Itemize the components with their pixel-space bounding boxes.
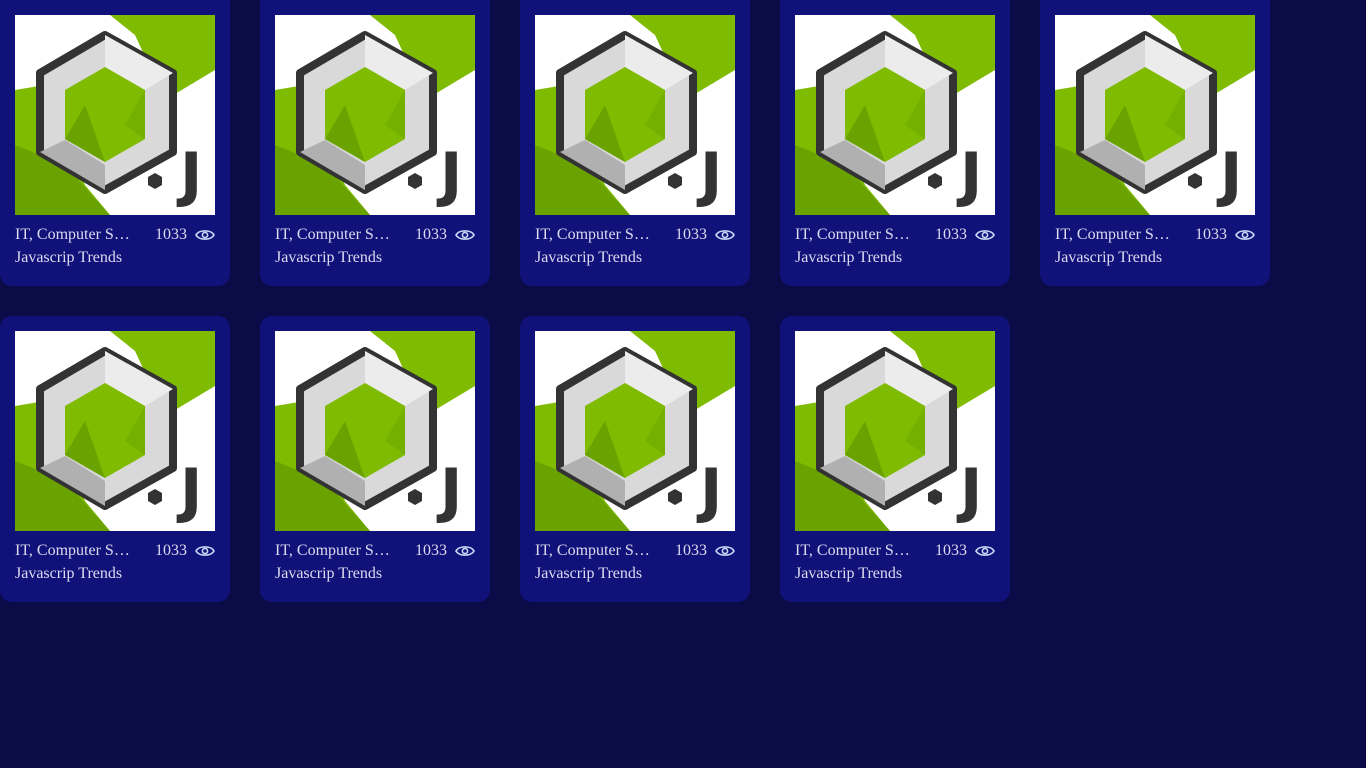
thumbnail-image[interactable]: J (275, 15, 475, 215)
eye-icon (975, 228, 995, 242)
eye-icon (715, 544, 735, 558)
javascript-logo-icon: J (275, 15, 475, 215)
javascript-logo-icon: J (795, 331, 995, 531)
course-card[interactable]: J IT, Computer Science 1033 Javascrip Tr… (780, 0, 1010, 286)
course-card[interactable]: J IT, Computer Science 1033 Javascrip Tr… (0, 0, 230, 286)
logo-letters: J (176, 456, 202, 526)
logo-letters: J (696, 456, 722, 526)
view-count: 1033 (415, 542, 447, 559)
javascript-logo-icon: J (795, 15, 995, 215)
javascript-logo-icon: J (1055, 15, 1255, 215)
eye-icon (715, 228, 735, 242)
card-title[interactable]: Javascrip Trends (795, 249, 995, 267)
course-card[interactable]: J IT, Computer Science 1033 Javascrip Tr… (520, 0, 750, 286)
eye-icon (195, 228, 215, 242)
card-meta: IT, Computer Science 1033 (1055, 225, 1255, 245)
category-label: IT, Computer Science (1055, 226, 1173, 243)
card-title[interactable]: Javascrip Trends (275, 565, 475, 583)
logo-letters: J (696, 140, 722, 210)
thumbnail-image[interactable]: J (795, 15, 995, 215)
category-label: IT, Computer Science (535, 226, 653, 243)
card-meta: IT, Computer Science 1033 (535, 225, 735, 245)
thumbnail-image[interactable]: J (15, 331, 215, 531)
card-title[interactable]: Javascrip Trends (535, 565, 735, 583)
eye-icon (975, 544, 995, 558)
course-card[interactable]: J IT, Computer Science 1033 Javascrip Tr… (780, 316, 1010, 602)
card-title[interactable]: Javascrip Trends (15, 565, 215, 583)
eye-icon (455, 544, 475, 558)
logo-letters: J (956, 456, 982, 526)
card-meta: IT, Computer Science 1033 (795, 225, 995, 245)
view-count: 1033 (155, 542, 187, 559)
course-card[interactable]: J IT, Computer Science 1033 Javascrip Tr… (520, 316, 750, 602)
thumbnail-image[interactable]: J (1055, 15, 1255, 215)
card-meta: IT, Computer Science 1033 (275, 225, 475, 245)
card-title[interactable]: Javascrip Trends (275, 249, 475, 267)
javascript-logo-icon: J (275, 331, 475, 531)
javascript-logo-icon: J (15, 331, 215, 531)
eye-icon (1235, 228, 1255, 242)
card-title[interactable]: Javascrip Trends (795, 565, 995, 583)
view-count: 1033 (1195, 226, 1227, 243)
view-count: 1033 (415, 226, 447, 243)
view-count: 1033 (935, 226, 967, 243)
thumbnail-image[interactable]: J (275, 331, 475, 531)
course-card[interactable]: J IT, Computer Science 1033 Javascrip Tr… (260, 316, 490, 602)
view-count: 1033 (935, 542, 967, 559)
eye-icon (195, 544, 215, 558)
view-count: 1033 (155, 226, 187, 243)
logo-letters: J (436, 456, 462, 526)
card-meta: IT, Computer Science 1033 (15, 225, 215, 245)
card-meta: IT, Computer Science 1033 (15, 541, 215, 561)
course-card[interactable]: J IT, Computer Science 1033 Javascrip Tr… (0, 316, 230, 602)
thumbnail-image[interactable]: J (535, 15, 735, 215)
thumbnail-image[interactable]: J (535, 331, 735, 531)
logo-letters: J (1216, 140, 1242, 210)
logo-letters: J (436, 140, 462, 210)
card-meta: IT, Computer Science 1033 (795, 541, 995, 561)
category-label: IT, Computer Science (15, 542, 133, 559)
card-title[interactable]: Javascrip Trends (535, 249, 735, 267)
view-count: 1033 (675, 542, 707, 559)
logo-letters: J (956, 140, 982, 210)
javascript-logo-icon: J (535, 15, 735, 215)
javascript-logo-icon: J (535, 331, 735, 531)
eye-icon (455, 228, 475, 242)
thumbnail-image[interactable]: J (15, 15, 215, 215)
card-meta: IT, Computer Science 1033 (535, 541, 735, 561)
thumbnail-image[interactable]: J (795, 331, 995, 531)
card-title[interactable]: Javascrip Trends (1055, 249, 1255, 267)
logo-letters: J (176, 140, 202, 210)
javascript-logo-icon: J (15, 15, 215, 215)
category-label: IT, Computer Science (275, 226, 393, 243)
course-card[interactable]: J IT, Computer Science 1033 Javascrip Tr… (1040, 0, 1270, 286)
card-title[interactable]: Javascrip Trends (15, 249, 215, 267)
category-label: IT, Computer Science (795, 226, 913, 243)
category-label: IT, Computer Science (15, 226, 133, 243)
category-label: IT, Computer Science (795, 542, 913, 559)
view-count: 1033 (675, 226, 707, 243)
category-label: IT, Computer Science (275, 542, 393, 559)
course-grid: J IT, Computer Science 1033 Javascrip Tr… (0, 0, 1366, 602)
course-card[interactable]: J IT, Computer Science 1033 Javascrip Tr… (260, 0, 490, 286)
card-meta: IT, Computer Science 1033 (275, 541, 475, 561)
category-label: IT, Computer Science (535, 542, 653, 559)
